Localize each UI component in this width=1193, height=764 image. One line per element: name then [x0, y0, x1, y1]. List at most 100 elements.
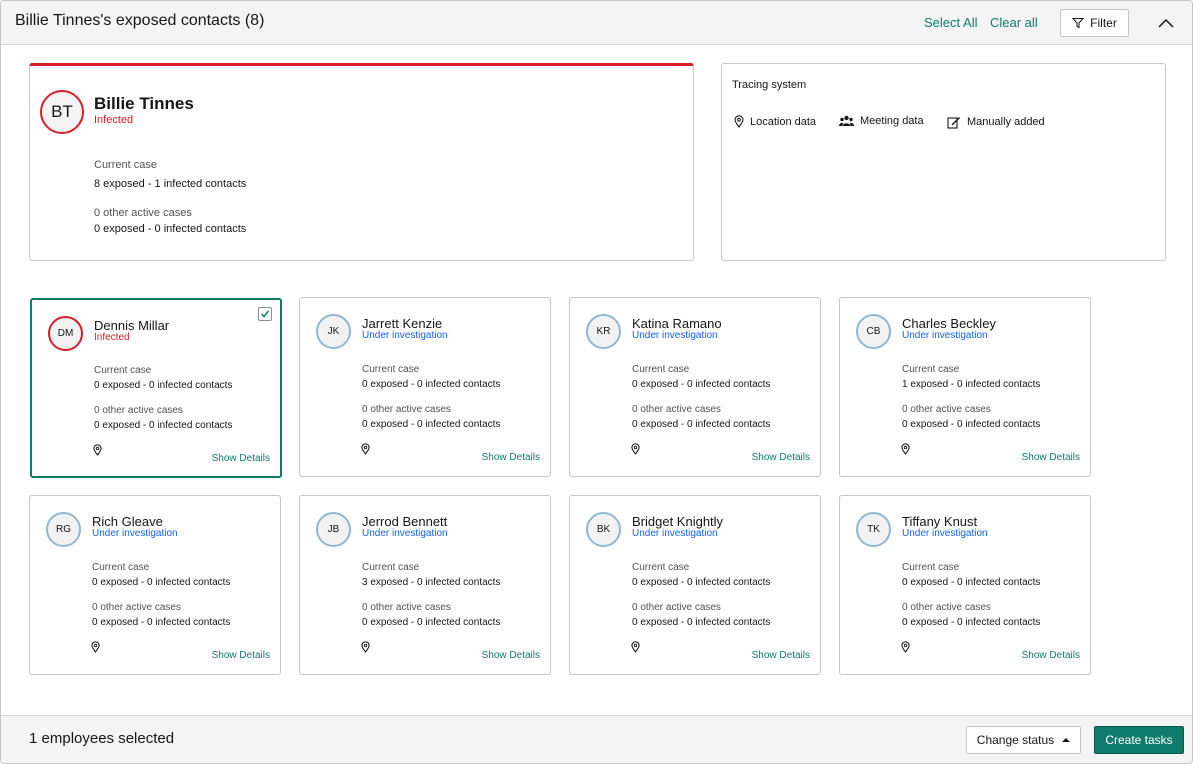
current-case-label: Current case: [94, 159, 157, 171]
current-case-label: Current case: [362, 364, 420, 375]
select-checkbox[interactable]: [258, 307, 272, 321]
other-cases-value: 0 exposed - 0 infected contacts: [362, 617, 501, 628]
other-cases-value: 0 exposed - 0 infected contacts: [362, 419, 501, 430]
legend-label: Meeting data: [860, 115, 924, 127]
other-cases-label: 0 other active cases: [92, 602, 181, 613]
contact-card[interactable]: JB Jerrod Bennett Under investigation Cu…: [299, 495, 551, 675]
person-name: Billie Tinnes: [94, 94, 194, 113]
avatar: BT: [40, 90, 84, 134]
current-case-value: 0 exposed - 0 infected contacts: [632, 379, 771, 390]
location-pin-icon: [901, 443, 910, 455]
avatar: CB: [856, 314, 891, 349]
location-pin-icon: [901, 641, 910, 653]
contact-name: Bridget Knightly: [632, 514, 724, 529]
create-tasks-button[interactable]: Create tasks: [1094, 726, 1184, 754]
contact-card[interactable]: CB Charles Beckley Under investigation C…: [839, 297, 1091, 477]
current-case-label: Current case: [94, 365, 152, 376]
index-case-card: BT Billie Tinnes Infected Current case 8…: [29, 63, 694, 261]
status-badge: Under investigation: [92, 528, 178, 539]
show-details-link[interactable]: Show Details: [752, 452, 810, 463]
current-case-value: 0 exposed - 0 infected contacts: [632, 577, 771, 588]
contact-name: Dennis Millar: [94, 318, 170, 333]
current-case-label: Current case: [902, 364, 960, 375]
filter-button-label: Filter: [1090, 16, 1117, 30]
select-all-link[interactable]: Select All: [924, 15, 977, 30]
show-details-link[interactable]: Show Details: [482, 650, 540, 661]
edit-icon: [947, 117, 960, 129]
other-cases-label: 0 other active cases: [632, 404, 721, 415]
status-badge: Infected: [94, 114, 134, 126]
contact-name: Tiffany Knust: [902, 514, 978, 529]
current-case-value: 0 exposed - 0 infected contacts: [362, 379, 501, 390]
legend-meeting: Meeting data: [839, 115, 924, 127]
status-badge: Under investigation: [362, 528, 448, 539]
avatar: TK: [856, 512, 891, 547]
location-pin-icon: [93, 444, 102, 456]
contact-card[interactable]: DM Dennis Millar Infected Current case 0…: [30, 298, 282, 478]
show-details-link[interactable]: Show Details: [1022, 452, 1080, 463]
change-status-button[interactable]: Change status: [966, 726, 1081, 754]
other-cases-label: 0 other active cases: [632, 602, 721, 613]
contact-name: Charles Beckley: [902, 316, 996, 331]
other-cases-value: 0 exposed - 0 infected contacts: [632, 419, 771, 430]
show-details-link[interactable]: Show Details: [1022, 650, 1080, 661]
contact-card[interactable]: BK Bridget Knightly Under investigation …: [569, 495, 821, 675]
caret-up-icon: [1062, 738, 1071, 742]
contact-card[interactable]: TK Tiffany Knust Under investigation Cur…: [839, 495, 1091, 675]
contacts-panel: Billie Tinnes's exposed contacts (8) Sel…: [0, 0, 1193, 764]
status-badge: Under investigation: [902, 528, 988, 539]
location-pin-icon: [631, 641, 640, 653]
other-cases-label: 0 other active cases: [902, 602, 991, 613]
legend-label: Location data: [750, 115, 817, 128]
avatar: JK: [316, 314, 351, 349]
show-details-link[interactable]: Show Details: [212, 453, 270, 464]
selection-count: 1 employees selected: [29, 730, 175, 747]
current-case-label: Current case: [92, 562, 150, 573]
legend-location: Location data: [734, 115, 816, 128]
location-pin-icon: [91, 641, 100, 653]
other-cases-label: 0 other active cases: [362, 602, 451, 613]
legend-label: Manually added: [967, 116, 1045, 128]
current-case-value: 1 exposed - 0 infected contacts: [902, 379, 1041, 390]
other-cases-label: 0 other active cases: [94, 405, 183, 416]
checkmark-icon: [260, 310, 270, 318]
contact-name: Jarrett Kenzie: [362, 316, 443, 331]
filter-icon: [1072, 18, 1085, 29]
contact-card[interactable]: JK Jarrett Kenzie Under investigation Cu…: [299, 297, 551, 477]
current-case-value: 0 exposed - 0 infected contacts: [94, 380, 233, 391]
show-details-link[interactable]: Show Details: [752, 650, 810, 661]
other-cases-value: 0 exposed - 0 infected contacts: [902, 419, 1041, 430]
other-cases-label: 0 other active cases: [94, 207, 192, 219]
tracing-system-card: Tracing system Location data Meeting dat…: [721, 63, 1166, 261]
status-badge: Under investigation: [902, 330, 988, 341]
tracing-title: Tracing system: [732, 79, 807, 91]
other-cases-value: 0 exposed - 0 infected contacts: [902, 617, 1041, 628]
group-icon: [839, 115, 854, 126]
location-pin-icon: [631, 443, 640, 455]
legend-manual: Manually added: [947, 115, 1045, 129]
other-cases-value: 0 exposed - 0 infected contacts: [632, 617, 771, 628]
other-cases-value: 0 exposed - 0 infected contacts: [92, 617, 231, 628]
contact-name: Katina Ramano: [632, 316, 722, 331]
current-case-label: Current case: [632, 364, 690, 375]
current-case-value: 0 exposed - 0 infected contacts: [902, 577, 1041, 588]
avatar: BK: [586, 512, 621, 547]
filter-button[interactable]: Filter: [1060, 9, 1129, 37]
avatar: KR: [586, 314, 621, 349]
avatar: RG: [46, 512, 81, 547]
other-cases-label: 0 other active cases: [902, 404, 991, 415]
panel-header: Billie Tinnes's exposed contacts (8) Sel…: [1, 1, 1192, 45]
clear-all-link[interactable]: Clear all: [990, 15, 1038, 30]
other-cases-label: 0 other active cases: [362, 404, 451, 415]
avatar: JB: [316, 512, 351, 547]
status-badge: Infected: [94, 332, 130, 343]
current-case-label: Current case: [902, 562, 960, 573]
contact-card[interactable]: RG Rich Gleave Under investigation Curre…: [29, 495, 281, 675]
current-case-value: 8 exposed - 1 infected contacts: [94, 178, 247, 190]
contact-card[interactable]: KR Katina Ramano Under investigation Cur…: [569, 297, 821, 477]
contact-name: Jerrod Bennett: [362, 514, 448, 529]
chevron-up-icon[interactable]: [1155, 13, 1177, 33]
show-details-link[interactable]: Show Details: [212, 650, 270, 661]
show-details-link[interactable]: Show Details: [482, 452, 540, 463]
change-status-label: Change status: [976, 733, 1055, 747]
